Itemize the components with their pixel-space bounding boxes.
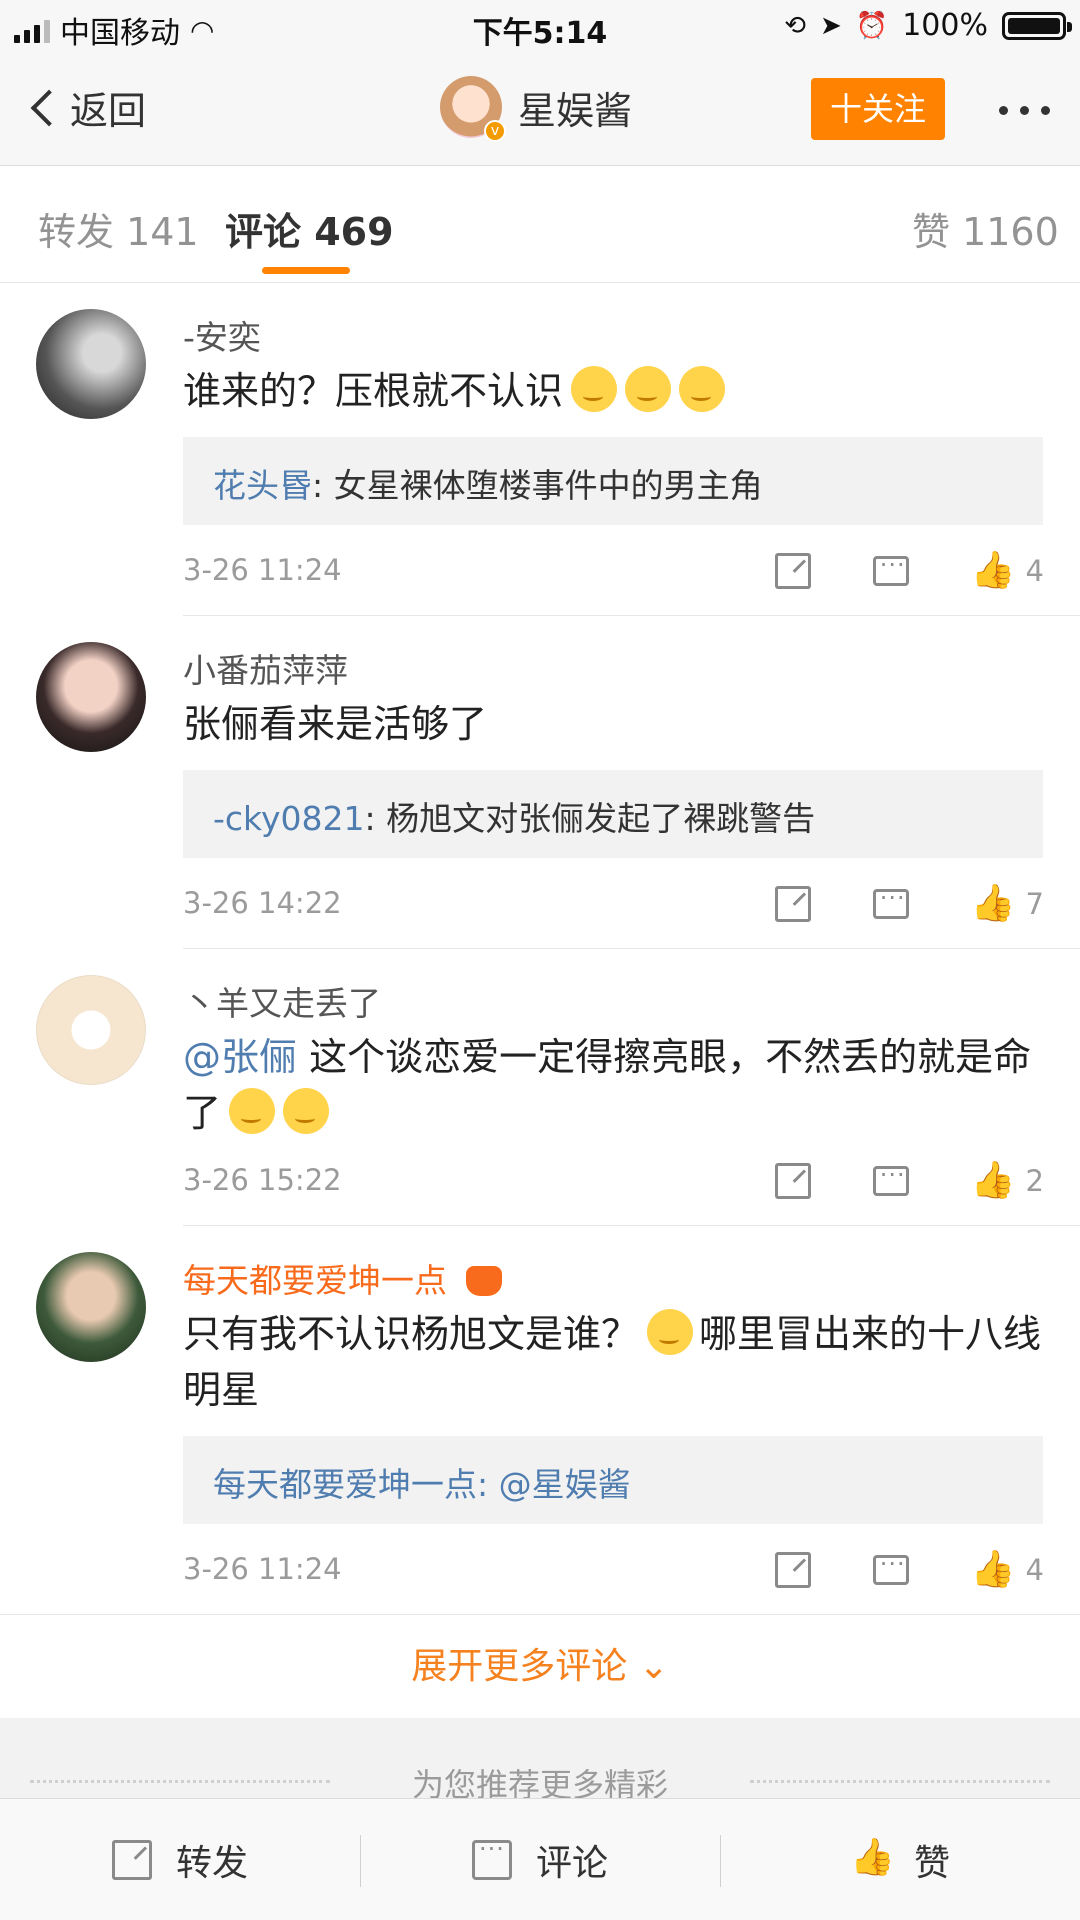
verified-badge-icon: v: [484, 120, 506, 142]
thumbs-up-icon[interactable]: 👍: [971, 1552, 1016, 1588]
comment-actions: 👍 2: [713, 1161, 1044, 1201]
share-icon[interactable]: [774, 886, 811, 922]
shush-emoji-icon: [625, 366, 672, 412]
sleepy-emoji-icon: [647, 1309, 694, 1355]
reply-text: : @星娱酱: [477, 1465, 631, 1504]
vip-username: 每天都要爱坤一点: [183, 1261, 447, 1300]
comment-icon[interactable]: [872, 1161, 909, 1196]
tab-reposts[interactable]: 转发 141: [38, 201, 199, 256]
comment-actions: 👍 4: [713, 1550, 1044, 1590]
avatar[interactable]: [36, 642, 146, 752]
comment-username[interactable]: 小番茄萍萍: [183, 644, 348, 692]
share-icon[interactable]: [774, 1163, 811, 1199]
comment-username[interactable]: 每天都要爱坤一点: [183, 1254, 502, 1302]
divider: [183, 1225, 1080, 1226]
battery-icon: [1002, 11, 1072, 40]
like-button[interactable]: 👍 赞: [720, 1799, 1080, 1920]
bottom-toolbar: 转发 评论 👍 赞: [0, 1798, 1080, 1920]
more-options-icon[interactable]: [999, 106, 1050, 115]
comment-username[interactable]: 丶羊又走丢了: [183, 977, 381, 1025]
comment-body-a: 只有我不认识杨旭文是谁？: [183, 1312, 640, 1356]
comment-text: @张俪 这个谈恋爱一定得擦亮眼，不然丢的就是命了: [183, 1029, 1043, 1141]
comment-button[interactable]: 评论: [360, 1799, 720, 1920]
avatar[interactable]: [36, 1252, 146, 1362]
thumbs-up-icon[interactable]: 👍: [971, 1163, 1016, 1199]
share-icon[interactable]: [774, 1552, 811, 1588]
comment-time: 3-26 14:22: [183, 886, 342, 920]
like-count: 2: [1025, 1164, 1044, 1198]
reply-text: : 杨旭文对张俪发起了裸跳警告: [364, 799, 816, 838]
crown-badge-icon: [465, 1266, 502, 1296]
comment-text: 只有我不认识杨旭文是谁？ 哪里冒出来的十八线明星: [183, 1306, 1043, 1418]
share-icon[interactable]: [774, 553, 811, 589]
location-icon: ➤: [820, 10, 842, 41]
shrug-emoji-icon: [283, 1088, 330, 1134]
comment-icon[interactable]: [872, 1550, 909, 1585]
thumbs-up-icon[interactable]: 👍: [971, 553, 1016, 589]
recommend-section: 为您推荐更多精彩: [0, 1718, 1080, 1804]
share-icon: [111, 1840, 152, 1880]
thumbs-up-icon[interactable]: 👍: [971, 886, 1016, 922]
divider: [183, 948, 1080, 949]
comment-username[interactable]: -安奕: [183, 311, 261, 359]
comment-time: 3-26 15:22: [183, 1163, 342, 1197]
comment-body: 张俪看来是活够了: [183, 702, 488, 746]
account-name: 星娱酱: [518, 88, 633, 133]
thumbs-up-icon: 👍: [849, 1837, 895, 1878]
chevron-left-icon: [30, 89, 68, 126]
follow-button[interactable]: 十关注: [811, 78, 945, 140]
tab-likes[interactable]: 赞 1160: [912, 201, 1059, 256]
tab-comments[interactable]: 评论 469: [225, 201, 394, 256]
comment-body: 谁来的？压根就不认识: [183, 369, 564, 413]
comment-icon: [471, 1835, 512, 1880]
avatar: v: [440, 76, 506, 142]
comment-icon[interactable]: [872, 551, 909, 586]
comment-actions: 👍 4: [713, 551, 1044, 591]
repost-label: 转发: [175, 1843, 248, 1884]
reply-text: : 女星裸体堕楼事件中的男主角: [312, 466, 763, 505]
rotation-lock-icon: ⟲: [784, 10, 807, 41]
comment-text: 谁来的？压根就不认识: [183, 363, 1043, 419]
comment-time: 3-26 11:24: [183, 1552, 342, 1586]
like-count: 4: [1025, 554, 1044, 588]
divider: [183, 615, 1080, 616]
alarm-icon: ⏰: [855, 10, 889, 41]
reply-username[interactable]: 每天都要爱坤一点: [213, 1465, 477, 1504]
avatar[interactable]: [36, 309, 146, 419]
shush-emoji-icon: [571, 366, 618, 412]
like-label: 赞: [913, 1843, 950, 1884]
comment-label: 评论: [535, 1843, 608, 1884]
back-label: 返回: [70, 89, 147, 133]
avatar[interactable]: [36, 975, 146, 1085]
reply-username[interactable]: 花头昬: [213, 466, 312, 505]
expand-more-comments-button[interactable]: 展开更多评论 ⌄: [0, 1614, 1080, 1718]
account-title[interactable]: v 星娱酱: [440, 76, 633, 142]
active-tab-indicator: [262, 267, 350, 274]
tab-bar: 转发 141 评论 469 赞 1160: [0, 167, 1080, 283]
divider: [750, 1780, 1050, 1783]
shush-emoji-icon: [679, 366, 726, 412]
reply-preview[interactable]: 每天都要爱坤一点: @星娱酱: [183, 1436, 1043, 1524]
like-count: 4: [1025, 1553, 1044, 1587]
reply-username[interactable]: -cky0821: [213, 799, 365, 838]
shrug-emoji-icon: [229, 1088, 276, 1134]
repost-button[interactable]: 转发: [0, 1799, 360, 1920]
mention-link[interactable]: @张俪: [183, 1035, 297, 1079]
status-bar: 中国移动 ◠ 下午5:14 ⟲ ➤ ⏰ 100%: [0, 0, 1080, 54]
comment-text: 张俪看来是活够了: [183, 696, 1043, 752]
comment-icon[interactable]: [872, 884, 909, 919]
comment-time: 3-26 11:24: [183, 553, 342, 587]
nav-bar: 返回 v 星娱酱 十关注: [0, 54, 1080, 166]
back-button[interactable]: 返回: [24, 80, 146, 135]
comment-actions: 👍 7: [713, 884, 1044, 924]
reply-preview[interactable]: -cky0821: 杨旭文对张俪发起了裸跳警告: [183, 770, 1043, 858]
battery-percent: 100%: [902, 8, 988, 43]
like-count: 7: [1025, 887, 1044, 921]
reply-preview[interactable]: 花头昬: 女星裸体堕楼事件中的男主角: [183, 437, 1043, 525]
